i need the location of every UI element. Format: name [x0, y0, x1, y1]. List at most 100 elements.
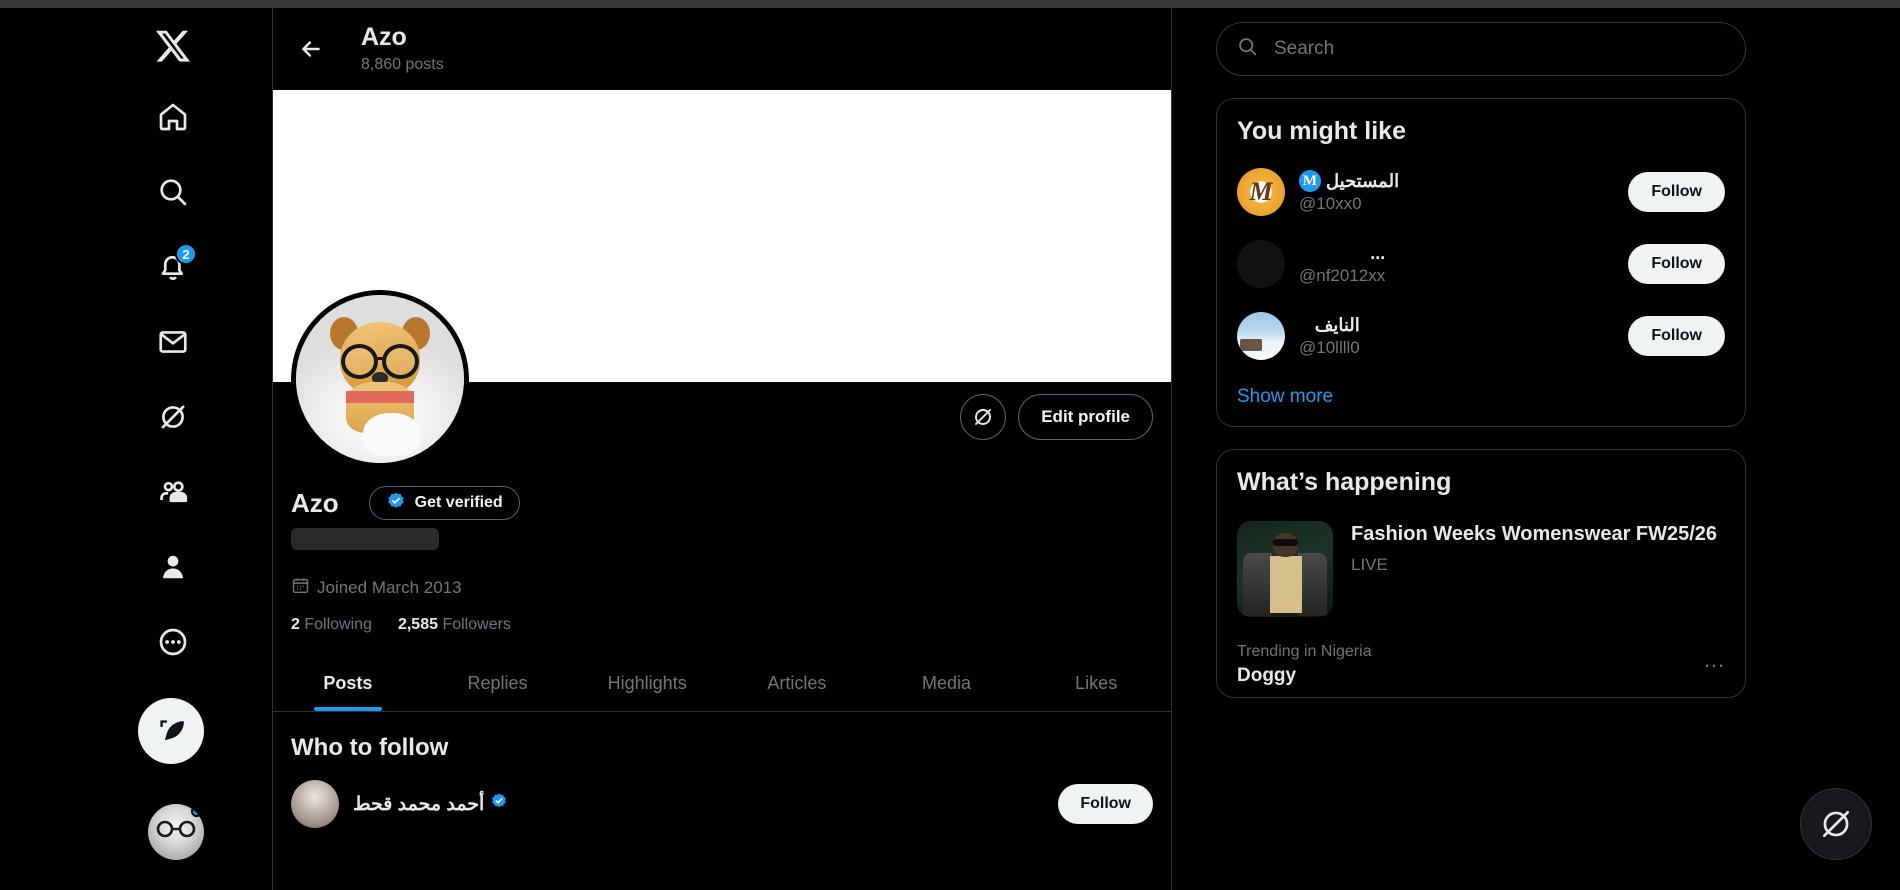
- right-sidebar: Search You might like المستحيل M @10xx0 …: [1172, 8, 1900, 890]
- thumbnail-detail: [1242, 552, 1272, 617]
- follow-button[interactable]: Follow: [1058, 784, 1153, 824]
- joined-date-text: Joined March 2013: [317, 578, 462, 597]
- trend-category: Trending in Nigeria: [1237, 643, 1372, 660]
- trend-item[interactable]: Trending in Nigeria Doggy …: [1217, 625, 1745, 687]
- profile-avatar[interactable]: [291, 290, 469, 468]
- profile-name-row: Azo Get verified: [291, 486, 1153, 520]
- grok-floating-button[interactable]: [1800, 788, 1872, 860]
- whats-happening-title: What’s happening: [1237, 468, 1452, 496]
- profile-tabs: Posts Replies Highlights Articles Media …: [273, 656, 1171, 712]
- tab-likes[interactable]: Likes: [1021, 656, 1171, 711]
- compose-post-button[interactable]: [138, 698, 204, 764]
- sidebar-item-communities[interactable]: [142, 461, 204, 523]
- avatar-detail: [346, 390, 414, 403]
- get-verified-label: Get verified: [414, 494, 503, 511]
- search-placeholder: Search: [1274, 38, 1335, 59]
- follow-button[interactable]: Follow: [1628, 316, 1725, 356]
- get-verified-button[interactable]: Get verified: [368, 486, 520, 520]
- profile-handle-redacted: [291, 528, 439, 550]
- following-count: 2: [291, 616, 300, 633]
- profile-joined-date: Joined March 2013: [291, 576, 1153, 600]
- verified-badge-icon: [386, 491, 406, 516]
- suggested-account-row[interactable]: المستحيل M @10xx0 Follow: [1217, 156, 1745, 228]
- x-logo-icon[interactable]: [142, 18, 204, 74]
- account-avatar[interactable]: [148, 804, 204, 860]
- sidebar-item-more[interactable]: [142, 611, 204, 673]
- suggested-account-name-text: ...: [1370, 242, 1386, 263]
- profile-action-bar: Edit profile: [273, 290, 1171, 468]
- tab-posts[interactable]: Posts: [273, 656, 423, 711]
- search-icon: [1237, 36, 1258, 62]
- profile-main-column: Azo 8,860 posts Edit profile Azo Get ver…: [272, 8, 1172, 890]
- live-event-item[interactable]: Fashion Weeks Womenswear FW25/26 LIVE: [1217, 507, 1745, 625]
- who-to-follow-item[interactable]: أحمد محمد قحط Follow: [273, 762, 1171, 828]
- suggested-account-text: ... @nf2012xx: [1299, 243, 1385, 286]
- suggested-account-name: المستحيل M: [1299, 170, 1399, 192]
- live-event-text: Fashion Weeks Womenswear FW25/26 LIVE: [1351, 521, 1717, 617]
- verified-badge-icon: M: [1299, 170, 1321, 192]
- sidebar-item-grok[interactable]: [142, 386, 204, 448]
- who-to-follow-title: Who to follow: [291, 734, 449, 761]
- header-titles: Azo 8,860 posts: [361, 22, 444, 77]
- trend-more-icon[interactable]: …: [1703, 643, 1725, 671]
- profile-header-bar: Azo 8,860 posts: [273, 8, 1171, 90]
- you-might-like-title: You might like: [1237, 117, 1406, 145]
- grok-profile-summary-icon[interactable]: [960, 394, 1007, 440]
- follow-button[interactable]: Follow: [1628, 244, 1725, 284]
- sidebar-item-home[interactable]: [142, 86, 204, 148]
- sidebar-item-messages[interactable]: [142, 311, 204, 373]
- profile-info: Azo Get verified Joined March 2013 2 Fol…: [273, 468, 1171, 634]
- notifications-badge: 2: [175, 243, 197, 265]
- suggested-account-name-text: النايف: [1314, 314, 1360, 335]
- thumbnail-detail: [1269, 555, 1303, 614]
- trend-text: Trending in Nigeria Doggy: [1237, 643, 1372, 687]
- follow-button[interactable]: Follow: [1628, 172, 1725, 212]
- avatar-detail: [381, 343, 419, 379]
- following-stat[interactable]: 2 Following: [291, 616, 372, 634]
- avatar-detail: [376, 357, 386, 361]
- avatar: [291, 780, 339, 828]
- live-event-thumbnail: [1237, 521, 1333, 617]
- avatar: [1237, 240, 1285, 288]
- x-profile-page: 2 Azo 8,860 posts Edit profile Azo Get v…: [0, 0, 1900, 890]
- who-to-follow-name: أحمد محمد قحط: [353, 792, 508, 816]
- sidebar-item-profile[interactable]: [142, 536, 204, 598]
- back-arrow-icon[interactable]: [289, 27, 333, 71]
- followers-label: Followers: [442, 616, 511, 633]
- suggested-account-text: النايف @10llll0: [1299, 315, 1360, 358]
- profile-avatar-image: [296, 295, 464, 463]
- suggested-account-row[interactable]: النايف @10llll0 Follow: [1217, 300, 1745, 372]
- thumbnail-detail: [1273, 539, 1299, 546]
- profile-stats: 2 Following 2,585 Followers: [291, 616, 1153, 634]
- search-input[interactable]: Search: [1216, 22, 1746, 76]
- profile-display-name: Azo: [291, 487, 339, 518]
- show-more-link[interactable]: Show more: [1217, 372, 1745, 416]
- suggested-account-handle: @10llll0: [1299, 337, 1360, 357]
- suggested-account-text: المستحيل M @10xx0: [1299, 170, 1399, 214]
- you-might-like-panel: You might like المستحيل M @10xx0 Follow …: [1216, 98, 1746, 427]
- followers-stat[interactable]: 2,585 Followers: [398, 616, 511, 634]
- whats-happening-panel: What’s happening Fashion Weeks Womenswea…: [1216, 449, 1746, 698]
- following-label: Following: [304, 616, 372, 633]
- tab-articles[interactable]: Articles: [722, 656, 872, 711]
- suggested-account-row[interactable]: ... @nf2012xx Follow: [1217, 228, 1745, 300]
- suggested-account-name: ...: [1299, 243, 1385, 264]
- suggested-account-handle: @nf2012xx: [1299, 265, 1386, 285]
- avatar: [1237, 168, 1285, 216]
- header-post-count: 8,860 posts: [361, 55, 444, 73]
- suggested-account-name: النايف: [1299, 315, 1360, 336]
- verified-badge-icon: [490, 792, 508, 816]
- tab-media[interactable]: Media: [872, 656, 1022, 711]
- live-event-title: Fashion Weeks Womenswear FW25/26: [1351, 523, 1718, 545]
- sidebar-item-explore[interactable]: [142, 161, 204, 223]
- suggested-account-handle: @10xx0: [1299, 194, 1362, 213]
- sidebar-item-notifications[interactable]: 2: [142, 236, 204, 298]
- account-status-dot: [191, 806, 202, 817]
- tab-highlights[interactable]: Highlights: [572, 656, 722, 711]
- edit-profile-button[interactable]: Edit profile: [1018, 394, 1153, 440]
- live-event-status: LIVE: [1351, 555, 1388, 574]
- followers-count: 2,585: [397, 616, 438, 633]
- browser-chrome-strip: [0, 0, 1900, 8]
- tab-replies[interactable]: Replies: [423, 656, 573, 711]
- suggested-account-name-text: المستحيل: [1326, 170, 1400, 191]
